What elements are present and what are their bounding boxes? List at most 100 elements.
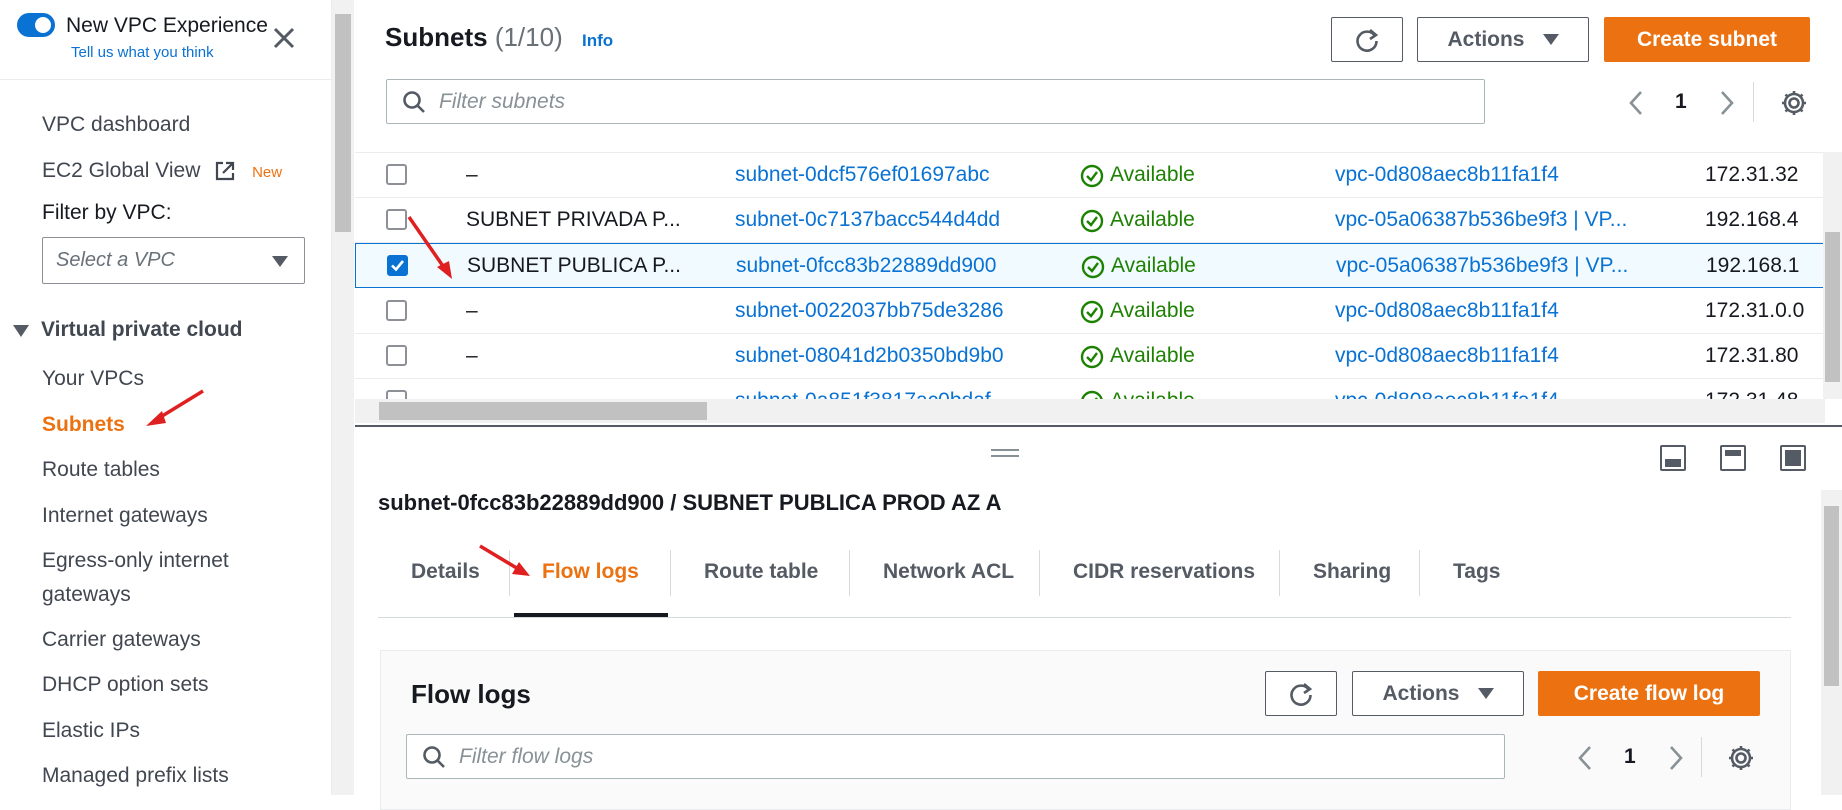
tab-details[interactable]: Details: [411, 560, 480, 584]
cell-subnet-id[interactable]: subnet-08041d2b0350bd9b0: [735, 344, 1004, 368]
info-link[interactable]: Info: [582, 31, 613, 50]
state-text: Available: [1110, 299, 1195, 322]
tab-cidr-reservations[interactable]: CIDR reservations: [1073, 560, 1255, 584]
chevron-left-icon[interactable]: [1576, 745, 1594, 771]
actions-button[interactable]: Actions: [1417, 17, 1589, 62]
flow-logs-refresh-button[interactable]: [1265, 671, 1337, 716]
settings-gear-icon[interactable]: [1727, 744, 1755, 772]
nav-carrier-gateways[interactable]: Carrier gateways: [42, 628, 201, 652]
feedback-link[interactable]: Tell us what you think: [71, 44, 214, 61]
refresh-icon: [1356, 28, 1379, 52]
tab-sharing[interactable]: Sharing: [1313, 560, 1391, 584]
cell-vpc[interactable]: vpc-05a06387b536be9f3 | VP...: [1335, 208, 1627, 232]
flow-logs-actions-button[interactable]: Actions: [1352, 671, 1524, 716]
flow-logs-title: Flow logs: [411, 679, 531, 709]
table-vertical-scrollbar[interactable]: [1823, 152, 1842, 399]
annotation-arrow: [479, 544, 530, 576]
nav-dhcp-option-sets[interactable]: DHCP option sets: [42, 673, 209, 697]
panel-side-icon[interactable]: [1720, 445, 1746, 471]
caret-down-icon: [1542, 34, 1559, 45]
nav-route-tables[interactable]: Route tables: [42, 458, 160, 482]
create-flow-log-button[interactable]: Create flow log: [1538, 671, 1760, 716]
drag-handle-icon[interactable]: [991, 449, 1019, 457]
nav-elastic-ips[interactable]: Elastic IPs: [42, 719, 140, 743]
cell-subnet-id[interactable]: subnet-0c7137bacc544d4dd: [735, 208, 1000, 232]
cell-subnet-id[interactable]: subnet-0dcf576ef01697abc: [735, 163, 990, 187]
refresh-button[interactable]: [1331, 17, 1403, 62]
tab-flow-logs[interactable]: Flow logs: [542, 560, 639, 584]
nav-egress-only-gateways[interactable]: Egress-only internet: [42, 549, 229, 573]
panel-bottom-icon[interactable]: [1660, 445, 1686, 471]
panel-full-icon[interactable]: [1780, 445, 1806, 471]
nav-vpc-dashboard[interactable]: VPC dashboard: [42, 113, 190, 137]
tab-separator: [849, 550, 850, 596]
cell-state: Available: [1080, 299, 1195, 324]
table-vertical-scrollbar-thumb[interactable]: [1825, 232, 1840, 382]
checkmark-icon: [391, 260, 405, 272]
section-virtual-private-cloud[interactable]: Virtual private cloud: [41, 318, 243, 342]
sidebar-scrollbar[interactable]: [332, 0, 354, 795]
nav-internet-gateways[interactable]: Internet gateways: [42, 504, 208, 528]
check-circle-icon: [1080, 300, 1104, 324]
page-number[interactable]: 1: [1675, 90, 1687, 114]
table-horizontal-scrollbar[interactable]: [355, 399, 1825, 423]
cell-cidr: 172.31.32: [1705, 163, 1799, 186]
filter-subnets-input[interactable]: Filter subnets: [386, 79, 1485, 124]
cell-vpc[interactable]: vpc-0d808aec8b11fa1f4: [1335, 299, 1559, 323]
details-scrollbar-thumb[interactable]: [1824, 506, 1839, 686]
row-checkbox[interactable]: [386, 300, 407, 321]
table-row[interactable]: – subnet-08041d2b0350bd9b0 Available vpc…: [355, 334, 1825, 379]
cell-subnet-id[interactable]: subnet-0022037bb75de3286: [735, 299, 1004, 323]
caret-down-icon[interactable]: [13, 325, 29, 337]
cell-state: Available: [1081, 254, 1196, 279]
table-horizontal-scrollbar-thumb[interactable]: [379, 402, 707, 420]
cell-vpc[interactable]: vpc-0d808aec8b11fa1f4: [1335, 163, 1559, 187]
new-experience-toggle[interactable]: [17, 13, 55, 37]
nav-ec2-global-view[interactable]: EC2 Global View New: [42, 159, 282, 183]
close-icon[interactable]: [270, 24, 298, 52]
row-checkbox[interactable]: [386, 209, 407, 230]
vpc-select[interactable]: Select a VPC: [42, 237, 305, 284]
cell-vpc[interactable]: vpc-0d808aec8b11fa1f4: [1335, 344, 1559, 368]
cell-name: –: [466, 344, 478, 367]
filter-flow-logs-input[interactable]: Filter flow logs: [406, 734, 1505, 779]
main-content: Subnets (1/10) Info Actions Create subne…: [355, 0, 1842, 810]
tab-route-table[interactable]: Route table: [704, 560, 818, 584]
nav-your-vpcs[interactable]: Your VPCs: [42, 367, 144, 391]
check-circle-icon: [1080, 209, 1104, 233]
table-row[interactable]: – subnet-0dcf576ef01697abc Available vpc…: [355, 153, 1825, 198]
create-subnet-button[interactable]: Create subnet: [1604, 17, 1810, 62]
tab-tags[interactable]: Tags: [1453, 560, 1500, 584]
cell-subnet-id[interactable]: subnet-0fcc83b22889dd900: [736, 254, 996, 278]
cell-state: Available: [1080, 163, 1195, 188]
check-circle-icon: [1080, 164, 1104, 188]
cell-cidr: 172.31.80: [1705, 344, 1799, 367]
selection-count: (1/10): [494, 22, 563, 52]
chevron-left-icon[interactable]: [1627, 90, 1645, 116]
details-scrollbar[interactable]: [1821, 490, 1842, 795]
nav-ec2-global-view-label: EC2 Global View: [42, 159, 201, 182]
chevron-right-icon[interactable]: [1718, 90, 1736, 116]
vpc-select-placeholder: Select a VPC: [56, 249, 175, 271]
tab-network-acl[interactable]: Network ACL: [883, 560, 1014, 584]
caret-down-icon: [1477, 688, 1494, 699]
table-row[interactable]: – subnet-0022037bb75de3286 Available vpc…: [355, 289, 1825, 334]
subnets-table: – subnet-0dcf576ef01697abc Available vpc…: [355, 152, 1825, 422]
table-row[interactable]: SUBNET PRIVADA P... subnet-0c7137bacc544…: [355, 198, 1825, 243]
cell-vpc[interactable]: vpc-05a06387b536be9f3 | VP...: [1336, 254, 1628, 278]
row-checkbox[interactable]: [386, 164, 407, 185]
filter-subnets-placeholder: Filter subnets: [439, 89, 566, 113]
page-number[interactable]: 1: [1624, 745, 1636, 769]
actions-button-label: Actions: [1447, 27, 1525, 51]
settings-gear-icon[interactable]: [1780, 89, 1808, 117]
row-checkbox[interactable]: [386, 345, 407, 366]
chevron-right-icon[interactable]: [1667, 745, 1685, 771]
state-text: Available: [1110, 163, 1195, 186]
cell-name: SUBNET PRIVADA P...: [466, 208, 681, 231]
search-icon: [423, 746, 445, 768]
nav-subnets[interactable]: Subnets: [42, 413, 125, 437]
table-row-selected[interactable]: SUBNET PUBLICA P... subnet-0fcc83b22889d…: [355, 243, 1825, 288]
nav-managed-prefix-lists[interactable]: Managed prefix lists: [42, 764, 229, 788]
nav-egress-only-gateways-cont[interactable]: gateways: [42, 583, 131, 607]
sidebar-scrollbar-thumb[interactable]: [335, 14, 351, 232]
